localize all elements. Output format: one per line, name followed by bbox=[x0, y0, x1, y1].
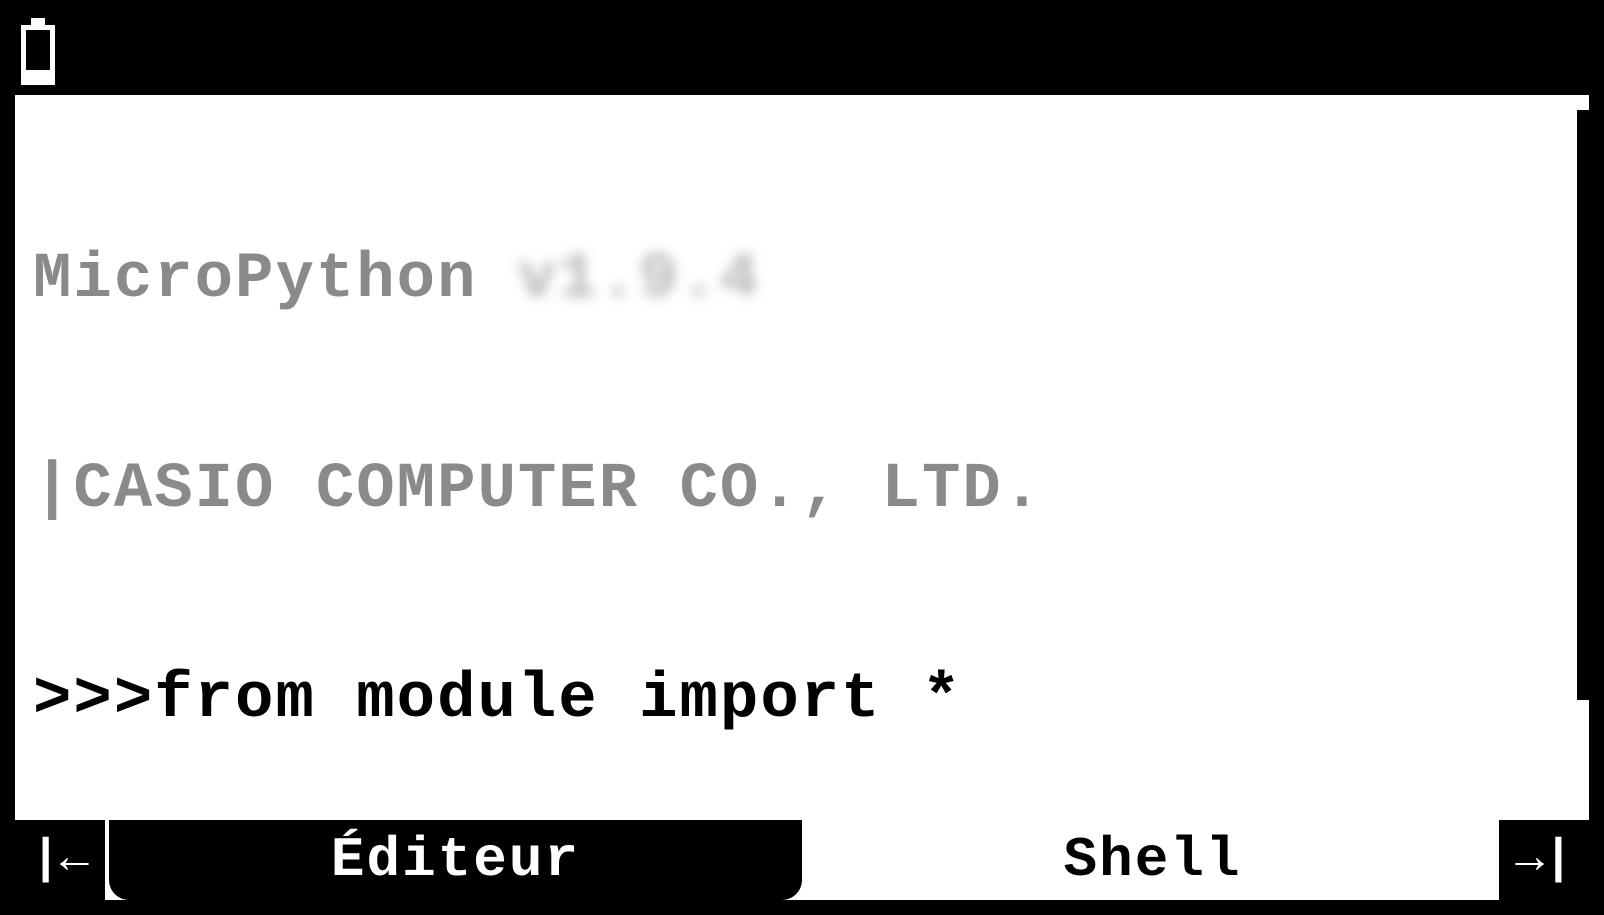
calculator-screen: MicroPython v1.9.4 |CASIO COMPUTER CO., … bbox=[0, 0, 1604, 915]
battery-icon bbox=[21, 25, 55, 85]
interpreter-title-line: MicroPython v1.9.4 bbox=[33, 245, 1571, 315]
nav-next-button[interactable]: →| bbox=[1499, 820, 1589, 900]
tab-shell[interactable]: Shell bbox=[806, 820, 1499, 900]
arrow-right-bar-icon: →| bbox=[1515, 833, 1573, 887]
status-bar bbox=[15, 15, 1589, 95]
tab-label: Éditeur bbox=[331, 828, 580, 892]
scrollbar[interactable] bbox=[1577, 110, 1589, 700]
prompt: >>> bbox=[33, 664, 154, 736]
interpreter-version: v1.9.4 bbox=[518, 245, 760, 315]
copyright-line: |CASIO COMPUTER CO., LTD. bbox=[33, 455, 1571, 525]
bottom-tab-bar: |← Éditeur Shell →| bbox=[15, 820, 1589, 900]
arrow-left-bar-icon: |← bbox=[31, 833, 89, 887]
tab-label: Shell bbox=[1063, 828, 1241, 892]
shell-output-area[interactable]: MicroPython v1.9.4 |CASIO COMPUTER CO., … bbox=[15, 95, 1589, 820]
shell-line: >>>from module import * bbox=[33, 665, 1571, 735]
interpreter-name: MicroPython bbox=[33, 244, 477, 316]
nav-prev-button[interactable]: |← bbox=[15, 820, 105, 900]
shell-input: from module import * bbox=[154, 664, 962, 736]
tab-editor[interactable]: Éditeur bbox=[109, 820, 802, 900]
